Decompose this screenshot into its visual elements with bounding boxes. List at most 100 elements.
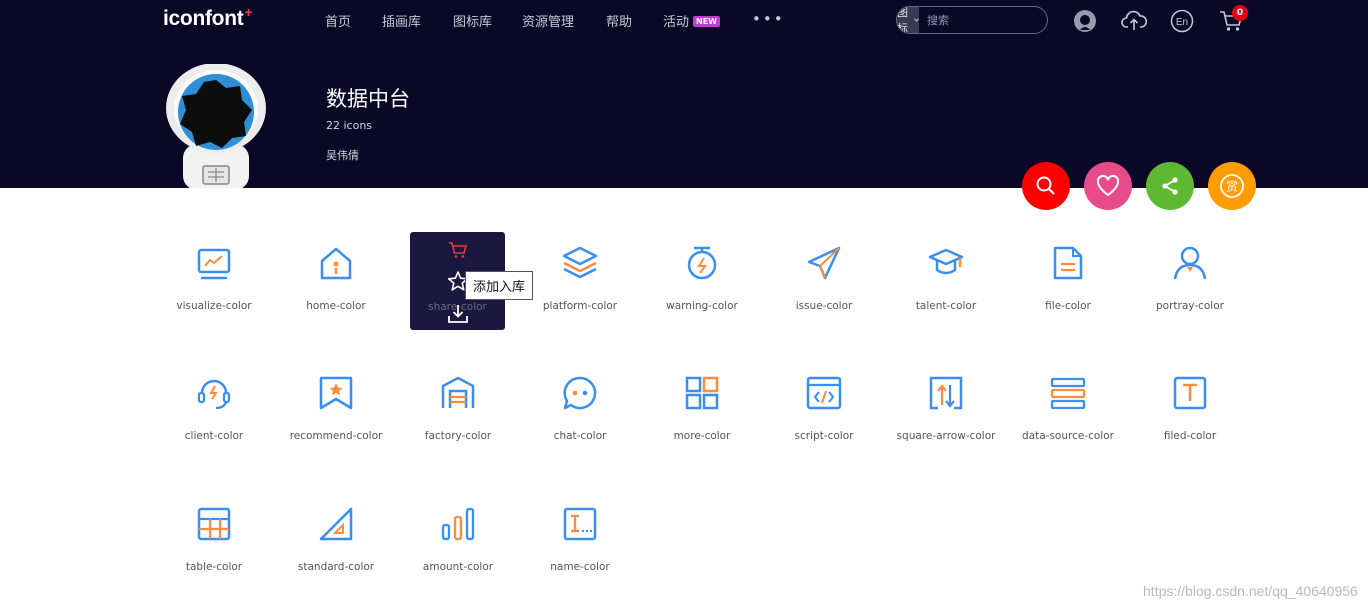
icon-name: platform-color	[542, 300, 618, 312]
icon-card-name[interactable]: name-color	[520, 493, 640, 603]
icon-name: more-color	[673, 430, 731, 442]
talent-icon	[928, 248, 964, 275]
project-avatar	[166, 64, 266, 188]
nav-resources[interactable]: 资源管理	[522, 11, 574, 30]
new-badge: NEW	[693, 16, 720, 27]
issue-icon	[807, 246, 841, 280]
github-button[interactable]	[1072, 8, 1098, 34]
icon-name: client-color	[184, 430, 244, 442]
icon-card-chat[interactable]: chat-color	[520, 362, 640, 472]
platform-icon	[562, 246, 598, 279]
tooltip-add-to-library: 添加入库	[465, 271, 534, 300]
icon-name: file-color	[1045, 300, 1091, 312]
reward-label: 赏	[1226, 180, 1238, 194]
github-icon	[1074, 10, 1096, 32]
icon-name: filed-color	[1163, 430, 1217, 442]
language-label: En	[1176, 17, 1188, 28]
icon-card-factory[interactable]: factory-color	[398, 362, 518, 472]
icon-card-recommend[interactable]: recommend-color	[276, 362, 396, 472]
nav-illustrations[interactable]: 插画库	[382, 11, 421, 30]
cart-count-badge: 0	[1232, 5, 1248, 21]
reward-icon: 赏	[1220, 174, 1244, 198]
icon-card-filed[interactable]: filed-color	[1130, 362, 1250, 472]
square-arrow-icon	[929, 376, 963, 410]
file-icon	[1053, 246, 1083, 280]
icon-card-more[interactable]: more-color	[642, 362, 762, 472]
nav-icon-library[interactable]: 图标库	[453, 11, 492, 30]
factory-icon	[441, 376, 475, 408]
search-type-select[interactable]: 图标	[897, 7, 919, 33]
favorite-button[interactable]	[1084, 162, 1132, 210]
icon-card-amount[interactable]: amount-color	[398, 493, 518, 603]
icon-card-table[interactable]: table-color	[154, 493, 274, 603]
icon-card-talent[interactable]: talent-color	[886, 232, 1006, 342]
icon-card-client[interactable]: client-color	[154, 362, 274, 472]
search-icon	[1036, 176, 1055, 195]
data-source-icon	[1050, 377, 1086, 410]
standard-icon	[319, 507, 353, 541]
portray-icon	[1173, 246, 1207, 280]
icon-name: script-color	[794, 430, 854, 442]
icon-name: chat-color	[553, 430, 607, 442]
icon-name: recommend-color	[289, 430, 383, 442]
icon-name: visualize-color	[176, 300, 252, 312]
icon-card-file[interactable]: file-color	[1008, 232, 1128, 342]
logo[interactable]: iconfont+	[163, 4, 253, 31]
script-icon	[806, 376, 842, 410]
nav-help[interactable]: 帮助	[606, 11, 632, 30]
search-project-button[interactable]	[1022, 162, 1070, 210]
icon-name: issue-color	[795, 300, 853, 312]
cloud-upload-icon	[1121, 10, 1147, 30]
icon-card-home[interactable]: home-color	[276, 232, 396, 342]
icon-card-standard[interactable]: standard-color	[276, 493, 396, 603]
amount-icon	[441, 507, 475, 541]
filed-icon	[1173, 376, 1207, 410]
icon-name: factory-color	[424, 430, 492, 442]
language-button[interactable]: En	[1169, 8, 1195, 34]
share-button[interactable]	[1146, 162, 1194, 210]
icon-name: data-source-color	[1022, 430, 1114, 442]
icon-name: table-color	[185, 561, 243, 573]
icon-card-visualize[interactable]: visualize-color	[154, 232, 274, 342]
upload-button[interactable]	[1121, 8, 1147, 34]
nav-events-label: 活动	[663, 15, 690, 30]
nav-home[interactable]: 首页	[325, 11, 351, 30]
icon-card-warning[interactable]: warning-color	[642, 232, 762, 342]
heart-icon	[1096, 175, 1120, 197]
icon-name: portray-color	[1156, 300, 1224, 312]
icon-card-portray[interactable]: portray-color	[1130, 232, 1250, 342]
visualize-icon	[197, 248, 231, 280]
icon-name: talent-color	[915, 300, 977, 312]
icon-name: standard-color	[297, 561, 375, 573]
project-author[interactable]: 吴伟倩	[326, 147, 359, 163]
icon-name: name-color	[550, 561, 610, 573]
name-icon	[563, 507, 597, 541]
language-icon: En	[1170, 9, 1194, 33]
search-box: 图标	[896, 6, 1048, 34]
icon-card-square-arrow[interactable]: square-arrow-color	[886, 362, 1006, 472]
icon-card-script[interactable]: script-color	[764, 362, 884, 472]
icon-card-data-source[interactable]: data-source-color	[1008, 362, 1128, 472]
reward-button[interactable]: 赏	[1208, 162, 1256, 210]
search-input[interactable]	[919, 7, 1047, 33]
share-icon	[1162, 177, 1178, 195]
warning-icon	[687, 246, 717, 280]
icon-name: square-arrow-color	[896, 430, 996, 442]
nav-events[interactable]: 活动 NEW	[663, 11, 720, 30]
icon-card-platform[interactable]: platform-color	[520, 232, 640, 342]
search-type-label: 图标	[897, 6, 908, 34]
recommend-icon	[319, 376, 353, 410]
more-icon	[685, 376, 719, 410]
icon-name: amount-color	[422, 561, 494, 573]
watermark: https://blog.csdn.net/qq_40640956	[1143, 583, 1358, 599]
client-icon	[197, 379, 231, 410]
home-icon	[320, 247, 352, 280]
project-icon-count: 22 icons	[326, 119, 373, 132]
icon-name: warning-color	[666, 300, 738, 312]
icon-card-issue[interactable]: issue-color	[764, 232, 884, 342]
chat-icon	[563, 376, 597, 410]
more-menu-button[interactable]: •••	[752, 10, 785, 28]
icon-name: home-color	[306, 300, 366, 312]
download-icon[interactable]	[447, 304, 469, 324]
add-to-cart-icon[interactable]	[448, 241, 468, 259]
